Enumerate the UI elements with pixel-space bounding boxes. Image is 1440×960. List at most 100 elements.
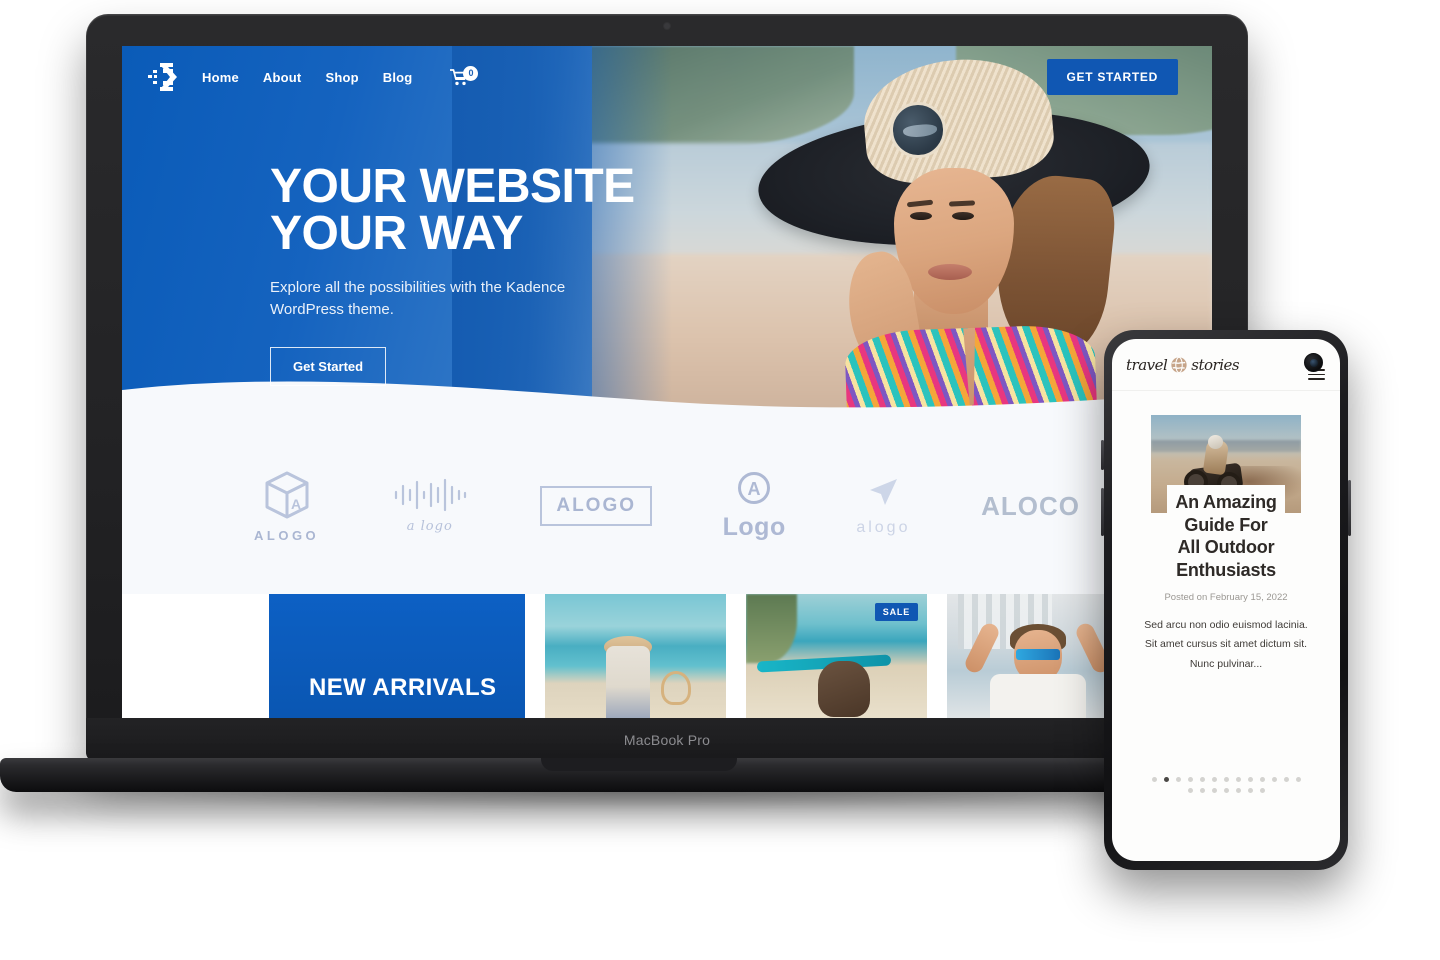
pagination-dot[interactable]: [1247, 777, 1253, 782]
beach-woman-body: [606, 646, 651, 718]
pagination-dot[interactable]: [1259, 788, 1265, 793]
svg-text:A: A: [291, 496, 301, 512]
front-camera-icon: [1304, 353, 1323, 372]
client-logo-strip: A ALOGO a logo ALOGO A Logo alogo ALOCO: [122, 418, 1212, 594]
nav-item-about[interactable]: About: [263, 70, 302, 85]
pagination-dot[interactable]: [1235, 777, 1241, 782]
carousel-pagination: [1112, 777, 1340, 799]
client-logo-3[interactable]: ALOGO: [540, 486, 653, 526]
model-brow-left: [906, 199, 934, 208]
screenshot-root: Home About Shop Blog 0 GET STARTED YOUR …: [0, 0, 1440, 960]
primary-nav-links: Home About Shop Blog 0: [202, 65, 479, 86]
new-arrivals-promo-card[interactable]: NEW ARRIVALS: [269, 594, 525, 718]
article-date: Posted on February 15, 2022: [1164, 591, 1288, 603]
client-logo-6-label: ALOCO: [981, 490, 1080, 521]
laptop-lid: Home About Shop Blog 0 GET STARTED YOUR …: [86, 14, 1248, 762]
sunglasses-icon: [1015, 649, 1060, 660]
man-shirt: [989, 674, 1086, 718]
phone-volume-button[interactable]: [1101, 488, 1104, 536]
laptop-base: [0, 758, 1278, 792]
pagination-dot[interactable]: [1199, 788, 1205, 793]
laptop-camera-icon: [664, 23, 670, 29]
phone-brand-logo[interactable]: travel stories: [1126, 355, 1240, 375]
product-card-1[interactable]: [545, 594, 726, 718]
product-card-3[interactable]: [947, 594, 1128, 718]
globe-icon: [1171, 356, 1187, 373]
surf-foliage: [746, 594, 797, 664]
hero-get-started-button[interactable]: Get Started: [270, 346, 387, 386]
pagination-dot[interactable]: [1271, 777, 1277, 782]
model-brow-right: [948, 200, 976, 207]
product-image-beach-woman: [545, 594, 726, 718]
client-logo-1[interactable]: A ALOGO: [254, 469, 319, 543]
sale-badge: SALE: [874, 603, 918, 621]
phone-brand-word-two: stories: [1191, 355, 1240, 374]
article-title-plate: An Amazing Guide For All Outdoor Enthusi…: [1167, 485, 1285, 582]
phone-screen: travel stories An Amazing Guide For All …: [1112, 339, 1340, 861]
pagination-dot[interactable]: [1247, 788, 1253, 793]
pagination-dot[interactable]: [1295, 777, 1301, 782]
model-lips: [928, 264, 972, 280]
client-logo-2[interactable]: a logo: [390, 478, 470, 534]
pagination-dot[interactable]: [1223, 777, 1229, 782]
client-logo-3-label: ALOGO: [540, 486, 653, 526]
phone-article-card: An Amazing Guide For All Outdoor Enthusi…: [1112, 391, 1340, 674]
rider-helmet: [1208, 434, 1223, 449]
paper-plane-icon: [870, 478, 898, 505]
client-logo-6[interactable]: ALOCO: [981, 491, 1080, 522]
hero-section: Home About Shop Blog 0 GET STARTED YOUR …: [122, 46, 1212, 418]
product-image-man-sunglasses: [947, 594, 1128, 718]
pagination-dot[interactable]: [1283, 777, 1289, 782]
pagination-dot[interactable]: [1175, 777, 1181, 782]
nav-item-home[interactable]: Home: [202, 70, 239, 85]
svg-text:A: A: [748, 479, 761, 499]
new-arrivals-label: NEW ARRIVALS: [309, 674, 497, 701]
beach-basket: [660, 670, 691, 705]
phone-power-button[interactable]: [1348, 480, 1351, 536]
hero-subtitle: Explore all the possibilities with the K…: [270, 279, 566, 318]
hero-copy-block: YOUR WEBSITE YOUR WAY Explore all the po…: [270, 160, 700, 386]
product-grid: NEW ARRIVALS SALE: [122, 594, 1212, 718]
pagination-dot[interactable]: [1235, 788, 1241, 793]
laptop-screen: Home About Shop Blog 0 GET STARTED YOUR …: [122, 46, 1212, 718]
pagination-dot[interactable]: [1223, 788, 1229, 793]
nav-item-blog[interactable]: Blog: [383, 70, 413, 85]
cart-count-badge: 0: [463, 65, 479, 81]
client-logo-5-label: alogo: [856, 518, 911, 536]
nav-item-shop[interactable]: Shop: [325, 70, 358, 85]
client-logo-5[interactable]: alogo: [856, 476, 910, 537]
pagination-dot[interactable]: [1187, 777, 1193, 782]
pagination-dot[interactable]: [1151, 777, 1157, 782]
phone-assistant-button[interactable]: [1101, 440, 1104, 470]
kadence-logo-icon[interactable]: [148, 62, 180, 92]
client-logo-2-label: a logo: [406, 519, 453, 534]
header-get-started-button[interactable]: GET STARTED: [1046, 59, 1178, 95]
pagination-row-two[interactable]: [1112, 788, 1340, 793]
phone-mockup: travel stories An Amazing Guide For All …: [1101, 330, 1351, 870]
hero-title: YOUR WEBSITE YOUR WAY: [270, 160, 635, 260]
dog-figure: [818, 660, 871, 717]
circle-a-icon: A: [738, 471, 771, 504]
site-header-nav: Home About Shop Blog 0 GET STARTED: [122, 46, 1212, 108]
pagination-dot[interactable]: [1199, 777, 1205, 782]
pagination-dot[interactable]: [1187, 788, 1193, 793]
cart-button[interactable]: 0: [450, 65, 479, 86]
product-card-2[interactable]: SALE: [746, 594, 927, 718]
model-eye-right: [952, 212, 974, 220]
pagination-dot[interactable]: [1163, 777, 1169, 782]
pagination-dot[interactable]: [1211, 788, 1217, 793]
pagination-dot[interactable]: [1211, 777, 1217, 782]
waveform-icon: [394, 478, 466, 512]
cube-a-icon: A: [265, 471, 309, 519]
laptop-mockup: Home About Shop Blog 0 GET STARTED YOUR …: [0, 14, 1290, 810]
client-logo-4-label: Logo: [722, 512, 786, 541]
pagination-row-one[interactable]: [1112, 777, 1340, 782]
client-logo-4[interactable]: A Logo: [723, 471, 786, 542]
model-eye-left: [910, 212, 932, 220]
pagination-dot[interactable]: [1259, 777, 1265, 782]
hero-model-figure: [753, 52, 1155, 418]
laptop-chin: MacBook Pro: [86, 718, 1248, 762]
client-logo-1-label: ALOGO: [254, 528, 320, 543]
article-excerpt: Sed arcu non odio euismod lacinia. Sit a…: [1144, 618, 1308, 670]
article-title[interactable]: An Amazing Guide For All Outdoor Enthusi…: [1175, 492, 1277, 580]
